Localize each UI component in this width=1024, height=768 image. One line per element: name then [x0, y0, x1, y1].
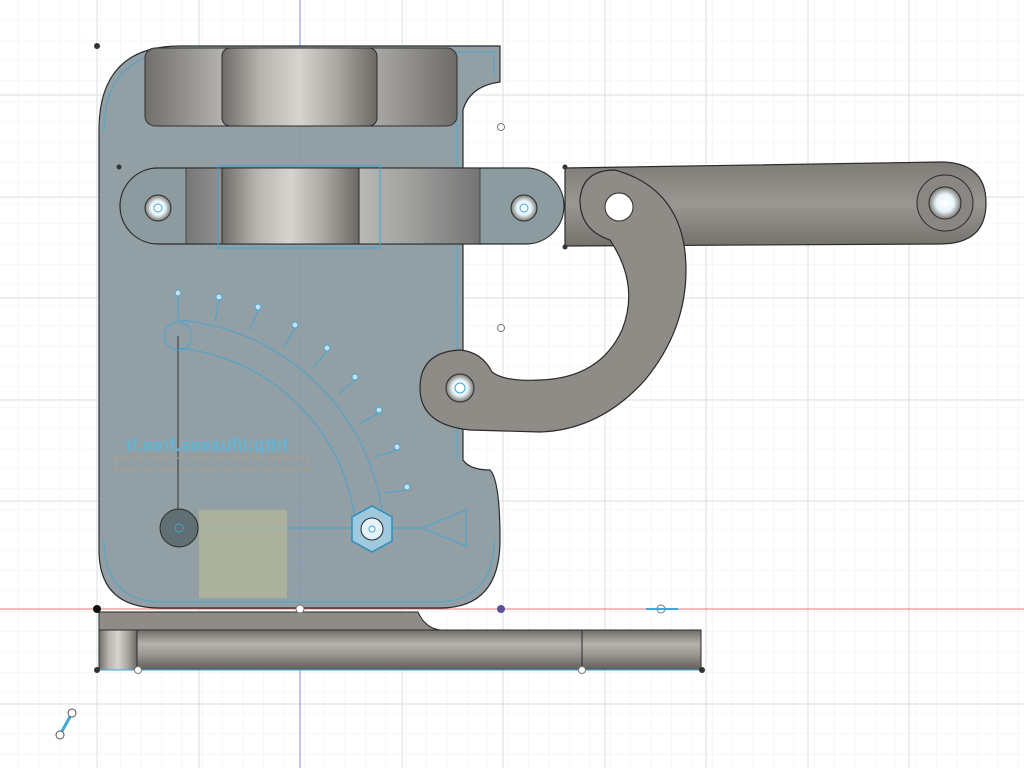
hex-nut[interactable]: [351, 505, 393, 553]
cad-viewport[interactable]: http://fusees.free.fr: [0, 0, 1024, 768]
hook-pivot-hole[interactable]: [604, 192, 634, 222]
base-plate[interactable]: [98, 629, 702, 671]
canvas-svg[interactable]: http://fusees.free.fr: [0, 0, 1024, 768]
base-fillet: [98, 611, 441, 631]
left-boss[interactable]: [159, 508, 199, 548]
label-pad: [199, 510, 287, 598]
top-cylinder[interactable]: [144, 47, 458, 127]
slot-bar[interactable]: [119, 165, 565, 249]
lever-end-hole[interactable]: [928, 186, 962, 220]
engraved-url-text: http://fusees.free.fr: [124, 435, 287, 455]
